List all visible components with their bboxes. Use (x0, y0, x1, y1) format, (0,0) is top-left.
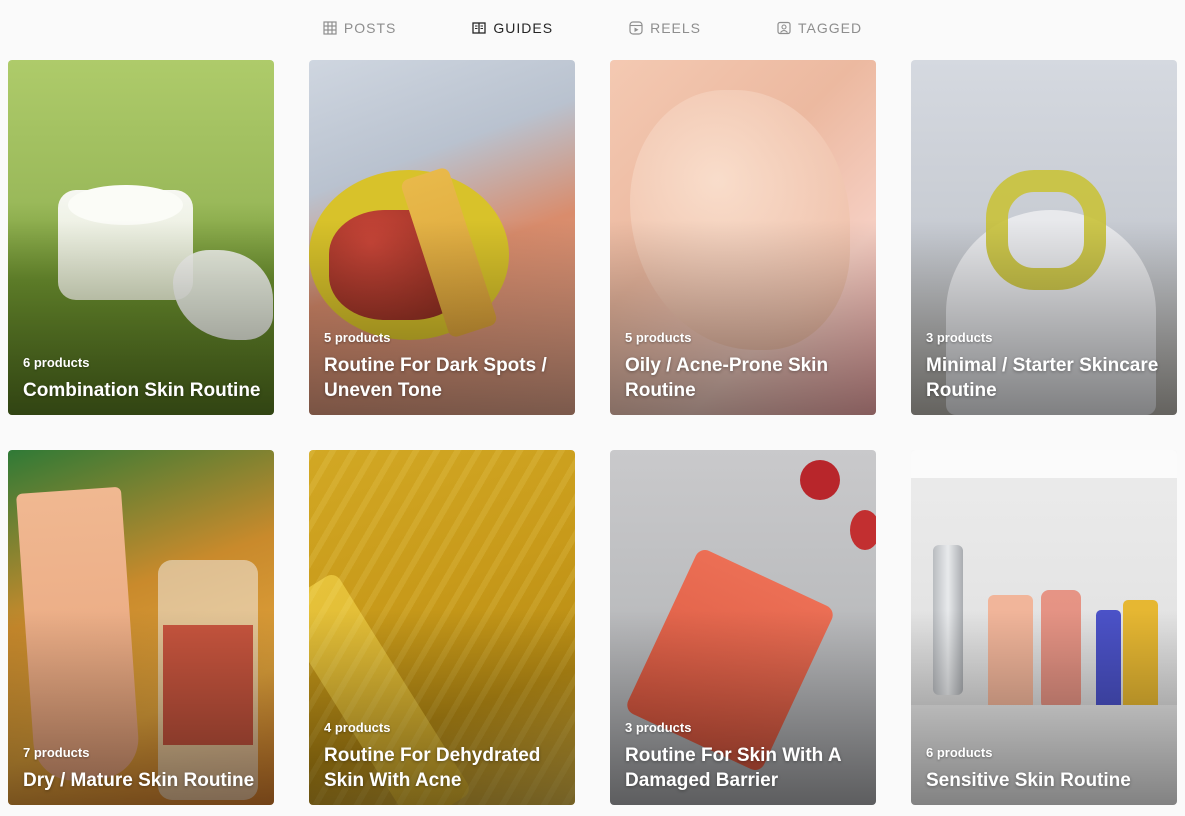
guide-product-count: 3 products (926, 330, 993, 345)
reels-icon (629, 21, 643, 35)
guide-product-count: 5 products (324, 330, 391, 345)
guide-title: Dry / Mature Skin Routine (23, 770, 255, 791)
tab-posts-label: POSTS (343, 20, 397, 36)
guides-grid: 6 products Combination Skin Routine 5 pr… (8, 60, 1177, 805)
guide-card[interactable]: 3 products Routine For Skin With A Damag… (610, 450, 876, 805)
guide-product-count: 7 products (23, 745, 90, 760)
guide-product-count: 6 products (23, 355, 90, 370)
guide-product-count: 6 products (926, 745, 993, 760)
tab-tagged-label: TAGGED (798, 20, 863, 36)
tab-guides-label: GUIDES (493, 20, 554, 36)
profile-tabs: POSTS GUIDES REELS TAGGED (0, 0, 1185, 56)
guide-title: Oily / Acne-Prone Skin Routine (625, 355, 829, 401)
grid-icon (323, 21, 337, 35)
guide-product-count: 3 products (625, 720, 692, 735)
guide-title: Routine For Dark Spots / Uneven Tone (324, 355, 547, 401)
guide-card[interactable]: 6 products Combination Skin Routine (8, 60, 274, 415)
guide-card[interactable]: 5 products Oily / Acne-Prone Skin Routin… (610, 60, 876, 415)
guide-card[interactable]: 5 products Routine For Dark Spots / Unev… (309, 60, 575, 415)
guide-card[interactable]: 7 products Dry / Mature Skin Routine (8, 450, 274, 805)
tab-reels[interactable]: REELS (591, 0, 739, 56)
guide-card[interactable]: 3 products Minimal / Starter Skincare Ro… (911, 60, 1177, 415)
guide-title: Minimal / Starter Skincare Routine (926, 355, 1159, 401)
tab-posts[interactable]: POSTS (285, 0, 434, 56)
guide-product-count: 4 products (324, 720, 391, 735)
guide-title: Routine For Skin With A Damaged Barrier (625, 745, 841, 791)
guide-title: Routine For Dehydrated Skin With Acne (324, 745, 541, 791)
tab-reels-label: REELS (650, 20, 701, 36)
guide-title: Combination Skin Routine (23, 380, 261, 401)
guide-card[interactable]: 6 products Sensitive Skin Routine (911, 450, 1177, 805)
tab-guides[interactable]: GUIDES (434, 0, 591, 56)
guide-card[interactable]: 4 products Routine For Dehydrated Skin W… (309, 450, 575, 805)
book-icon (472, 21, 487, 35)
guide-product-count: 5 products (625, 330, 692, 345)
guide-title: Sensitive Skin Routine (926, 770, 1131, 791)
tab-tagged[interactable]: TAGGED (739, 0, 900, 56)
tag-user-icon (777, 21, 791, 35)
